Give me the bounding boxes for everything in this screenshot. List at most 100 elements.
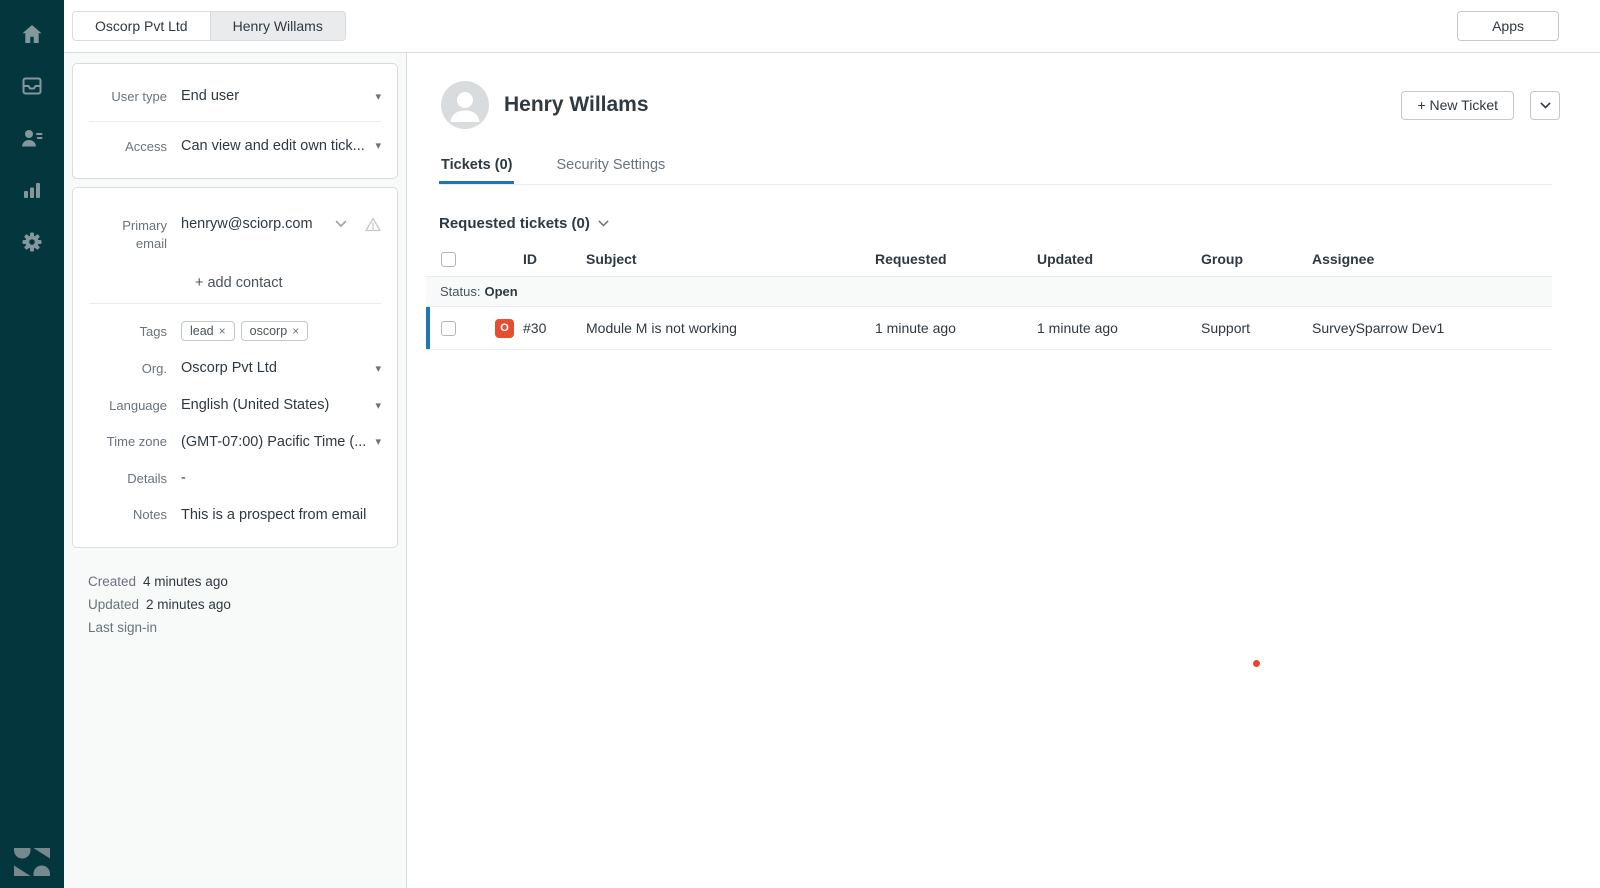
new-ticket-dropdown-button[interactable] <box>1530 91 1560 120</box>
tab-tickets[interactable]: Tickets (0) <box>439 151 514 184</box>
requested-tickets-toggle[interactable]: Requested tickets (0) <box>426 215 1552 246</box>
created-label: Created <box>88 574 136 589</box>
notes-value[interactable]: This is a prospect from email <box>181 507 381 523</box>
primary-email-value: henryw@sciorp.com <box>181 216 327 232</box>
tag-text: oscorp <box>250 324 288 338</box>
customers-icon[interactable] <box>12 118 52 158</box>
language-value: English (United States) <box>181 397 367 413</box>
details-value[interactable]: - <box>181 470 381 486</box>
divider <box>89 303 381 304</box>
chevron-down-icon <box>598 220 609 227</box>
top-bar: Oscorp Pvt Ltd Henry Willams Apps <box>64 0 1600 53</box>
remove-tag-icon[interactable]: × <box>292 324 299 338</box>
tab-henry-willams[interactable]: Henry Willams <box>210 11 346 41</box>
ticket-subject-link[interactable]: Module M is not working <box>586 320 737 336</box>
org-value: Oscorp Pvt Ltd <box>181 360 367 376</box>
tab-oscorp-pvt-ltd[interactable]: Oscorp Pvt Ltd <box>72 11 211 41</box>
chevron-down-icon: ▾ <box>375 139 381 152</box>
language-select[interactable]: English (United States) ▾ <box>181 397 381 413</box>
tickets-icon[interactable] <box>12 66 52 106</box>
person-icon <box>441 81 489 129</box>
assignee-column-header: Assignee <box>1312 251 1552 267</box>
access-value: Can view and edit own tick... <box>181 138 367 154</box>
nav-rail <box>0 0 64 888</box>
requested-tickets-title: Requested tickets (0) <box>439 215 590 232</box>
tags-list: lead × oscorp × <box>181 321 308 341</box>
tickets-table: ID Subject Requested Updated Group Assig… <box>426 246 1552 350</box>
org-label: Org. <box>89 359 181 378</box>
status-group-label: Status: <box>440 284 480 299</box>
selected-row-indicator <box>426 307 430 349</box>
status-group-row: Status: Open <box>426 276 1552 307</box>
id-column-header: ID <box>523 251 586 267</box>
updated-value: 2 minutes ago <box>146 597 231 612</box>
ticket-group: Support <box>1201 320 1312 336</box>
settings-icon[interactable] <box>12 222 52 262</box>
row-checkbox[interactable] <box>441 321 456 336</box>
chevron-down-icon: ▾ <box>375 90 381 103</box>
ticket-updated: 1 minute ago <box>1037 320 1201 336</box>
table-header-row: ID Subject Requested Updated Group Assig… <box>426 246 1552 276</box>
home-icon[interactable] <box>12 14 52 54</box>
chevron-down-icon: ▾ <box>375 399 381 412</box>
access-label: Access <box>89 137 181 156</box>
user-type-label: User type <box>89 87 181 106</box>
details-label: Details <box>89 469 181 488</box>
main-area: Henry Willams + New Ticket Tickets (0) S… <box>407 53 1600 888</box>
reports-icon[interactable] <box>12 170 52 210</box>
chevron-down-icon: ▾ <box>375 362 381 375</box>
zendesk-logo[interactable] <box>14 848 50 876</box>
tab-security-settings[interactable]: Security Settings <box>554 151 667 184</box>
timezone-select[interactable]: (GMT-07:00) Pacific Time (... ▾ <box>181 434 381 450</box>
ticket-requested: 1 minute ago <box>875 320 1037 336</box>
last-signin-label: Last sign-in <box>88 620 157 635</box>
primary-email-label: Primary email <box>89 216 181 252</box>
user-type-select[interactable]: End user ▾ <box>181 88 381 104</box>
workspace-tab-group: Oscorp Pvt Ltd Henry Willams <box>72 11 346 41</box>
remove-tag-icon[interactable]: × <box>219 324 226 338</box>
group-column-header: Group <box>1201 251 1312 267</box>
page-title: Henry Willams <box>504 93 649 117</box>
user-role-card: User type End user ▾ Access Can view and… <box>72 63 398 179</box>
tags-label: Tags <box>89 322 181 341</box>
updated-row: Updated 2 minutes ago <box>88 593 390 616</box>
requested-tickets-section: Requested tickets (0) ID Subject Request… <box>426 215 1552 350</box>
subject-column-header: Subject <box>586 251 875 267</box>
profile-tabs: Tickets (0) Security Settings <box>439 151 1552 185</box>
updated-column-header: Updated <box>1037 251 1201 267</box>
chevron-down-icon: ▾ <box>375 435 381 448</box>
avatar <box>441 81 489 129</box>
user-type-value: End user <box>181 88 367 104</box>
tag-chip[interactable]: lead × <box>181 321 235 341</box>
tag-text: lead <box>190 324 214 338</box>
warning-icon <box>365 217 381 232</box>
user-details-card: Primary email henryw@sciorp.com + add co… <box>72 187 398 548</box>
updated-label: Updated <box>88 597 139 612</box>
select-all-checkbox[interactable] <box>441 252 456 267</box>
chevron-down-icon[interactable] <box>335 220 347 228</box>
chevron-down-icon <box>1540 102 1551 109</box>
last-signin-row: Last sign-in <box>88 616 390 639</box>
apps-button[interactable]: Apps <box>1457 11 1559 41</box>
user-meta: Created 4 minutes ago Updated 2 minutes … <box>72 556 398 639</box>
status-open-badge: O <box>495 319 514 338</box>
table-row[interactable]: O #30 Module M is not working 1 minute a… <box>426 307 1552 350</box>
status-group-value: Open <box>484 284 517 299</box>
user-essentials-panel: User type End user ▾ Access Can view and… <box>64 53 407 888</box>
requested-column-header: Requested <box>875 251 1037 267</box>
org-select[interactable]: Oscorp Pvt Ltd ▾ <box>181 360 381 376</box>
access-select[interactable]: Can view and edit own tick... ▾ <box>181 138 381 154</box>
new-ticket-button[interactable]: + New Ticket <box>1401 91 1514 120</box>
timezone-label: Time zone <box>89 432 181 451</box>
ticket-assignee: SurveySparrow Dev1 <box>1312 320 1552 336</box>
notes-label: Notes <box>89 505 181 524</box>
tag-chip[interactable]: oscorp × <box>241 321 309 341</box>
add-contact-link[interactable]: + add contact <box>195 275 381 291</box>
ticket-id: #30 <box>523 320 586 336</box>
timezone-value: (GMT-07:00) Pacific Time (... <box>181 434 367 450</box>
notification-dot <box>1253 660 1260 667</box>
primary-email-row: henryw@sciorp.com <box>181 216 381 232</box>
language-label: Language <box>89 396 181 415</box>
created-row: Created 4 minutes ago <box>88 570 390 593</box>
profile-header: Henry Willams + New Ticket <box>441 81 1560 129</box>
